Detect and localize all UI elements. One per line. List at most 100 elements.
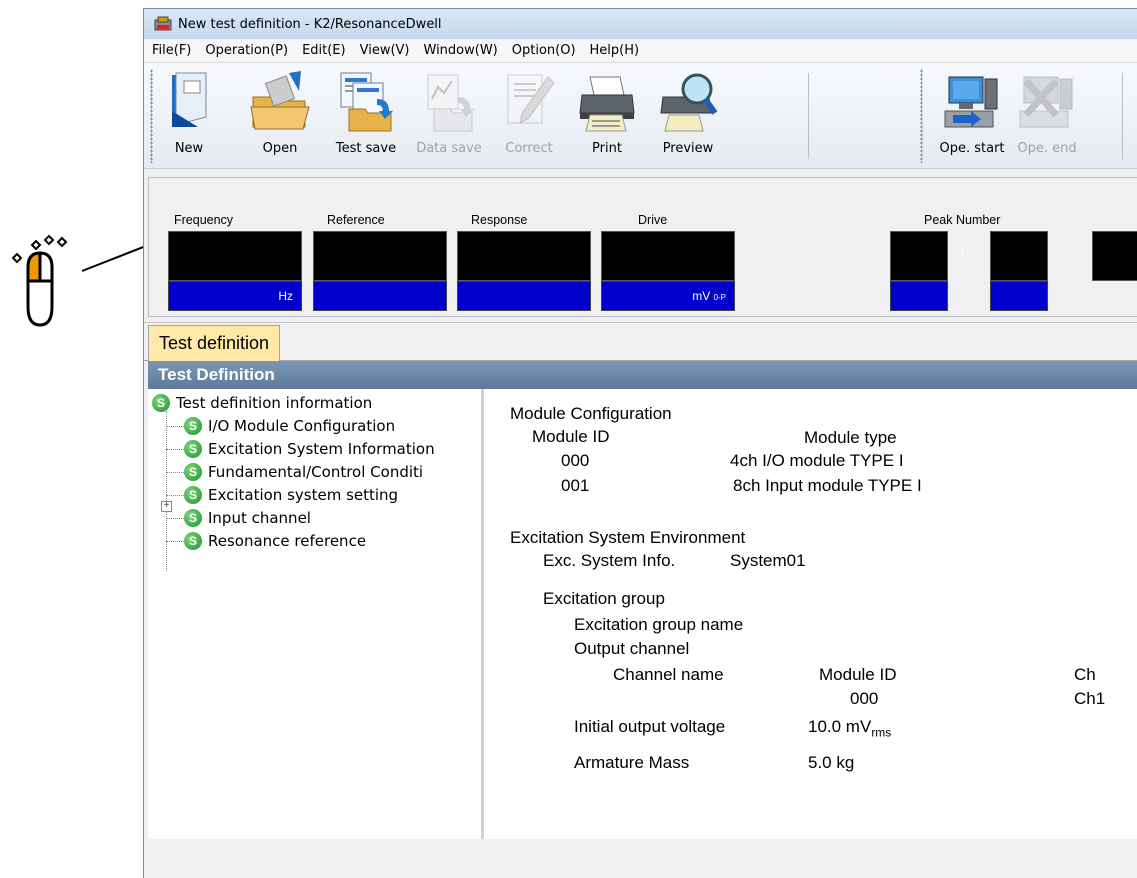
- ch-header: Ch: [1074, 665, 1096, 684]
- tree-item-label: I/O Module Configuration: [208, 417, 396, 435]
- tree-root-label: Test definition information: [176, 394, 373, 412]
- peak-total-unit: [990, 281, 1048, 311]
- tree-item-input-channel[interactable]: S Input channel: [184, 506, 311, 530]
- menu-file[interactable]: File(F): [152, 43, 191, 58]
- s-status-icon: S: [152, 394, 170, 412]
- drive-label: Drive: [638, 213, 668, 227]
- toolbar-grip[interactable]: [150, 69, 153, 163]
- new-button[interactable]: New: [158, 69, 220, 156]
- tree-connector: [166, 449, 184, 450]
- open-button[interactable]: Open: [244, 69, 316, 156]
- operation-end-icon: [1016, 69, 1078, 135]
- init-voltage-value: 10.0 mVrms: [808, 717, 891, 739]
- title-bar: New test definition - K2/ResonanceDwell: [144, 9, 1137, 39]
- preview-label: Preview: [662, 141, 714, 156]
- toolbar-separator: [808, 73, 809, 159]
- drive-unit-suffix: 0-P: [713, 293, 726, 302]
- extra-display: [1092, 231, 1137, 281]
- drive-unit: mV 0-P: [601, 281, 735, 311]
- tree-item-label: Resonance reference: [208, 532, 367, 550]
- drive-display: [601, 231, 735, 281]
- frequency-display: [168, 231, 302, 281]
- tree-item-io-module[interactable]: S I/O Module Configuration: [184, 414, 395, 438]
- tree-item-label: Excitation system setting: [208, 486, 399, 504]
- test-save-button[interactable]: Test save: [326, 69, 406, 156]
- out-module-id: 000: [850, 689, 879, 708]
- tree-item-label: Fundamental/Control Conditi: [208, 463, 424, 481]
- menu-bar: File(F) Operation(P) Edit(E) View(V) Win…: [144, 39, 1137, 63]
- mouse-icon: [26, 251, 54, 327]
- tree-connector: [166, 472, 184, 473]
- printer-icon: [576, 69, 638, 135]
- tree-item-label: Input channel: [208, 509, 311, 527]
- s-status-icon: S: [184, 532, 202, 550]
- correct-button[interactable]: Correct: [494, 69, 564, 156]
- tree-item-fundamental[interactable]: S Fundamental/Control Conditi: [184, 460, 423, 484]
- tree-item-excitation-setting[interactable]: S Excitation system setting: [184, 483, 398, 507]
- tree-item-excitation-info[interactable]: S Excitation System Information: [184, 437, 435, 461]
- s-status-icon: S: [184, 440, 202, 458]
- s-status-icon: S: [184, 463, 202, 481]
- drive-unit-text: mV: [692, 289, 711, 303]
- exc-info-label: Exc. System Info.: [543, 551, 676, 570]
- test-save-icon: [335, 69, 397, 135]
- new-label: New: [174, 141, 204, 156]
- new-document-icon: [158, 69, 220, 135]
- exc-info-value: System01: [730, 551, 806, 570]
- preview-button[interactable]: Preview: [650, 69, 726, 156]
- screenshot-stage: { "window": { "title": "New test definit…: [0, 0, 1137, 878]
- ope-end-button[interactable]: Ope. end: [1010, 69, 1084, 156]
- print-button[interactable]: Print: [574, 69, 640, 156]
- init-voltage-number: 10.0 mV: [808, 717, 872, 736]
- app-window: New test definition - K2/ResonanceDwell …: [143, 8, 1137, 878]
- reference-display: [313, 231, 447, 281]
- ope-start-button[interactable]: Ope. start: [930, 69, 1014, 156]
- menu-help[interactable]: Help(H): [590, 43, 640, 58]
- menu-operation[interactable]: Operation(P): [205, 43, 288, 58]
- data-save-button[interactable]: Data save: [414, 69, 484, 156]
- tree-connector: [166, 426, 184, 427]
- out-ch: Ch1: [1074, 689, 1106, 708]
- toolbar-grip-2[interactable]: [920, 69, 923, 163]
- frequency-unit: Hz: [168, 281, 302, 311]
- s-status-icon: S: [184, 486, 202, 504]
- data-save-icon: [418, 69, 480, 135]
- tab-test-definition[interactable]: Test definition: [148, 325, 281, 361]
- print-label: Print: [592, 141, 622, 156]
- panel-body: S Test definition information S I/O Modu…: [148, 389, 1137, 839]
- out-module-id-header: Module ID: [819, 665, 897, 684]
- menu-option[interactable]: Option(O): [512, 43, 576, 58]
- menu-window[interactable]: Window(W): [424, 43, 498, 58]
- tree-root[interactable]: S Test definition information: [152, 391, 372, 415]
- expand-plus-icon[interactable]: +: [161, 501, 172, 512]
- tree-item-resonance-reference[interactable]: S Resonance reference: [184, 529, 366, 553]
- peak-separator: /: [960, 247, 964, 261]
- module-id-1: 001: [561, 476, 590, 495]
- app-logo-icon: [154, 16, 172, 32]
- operation-start-icon: [941, 69, 1003, 135]
- channel-name-header: Channel name: [613, 665, 724, 684]
- exc-group-heading: Excitation group: [543, 589, 665, 608]
- tree-connector: [166, 411, 167, 571]
- s-status-icon: S: [184, 509, 202, 527]
- peak-current-display: [890, 231, 948, 281]
- definition-tree: S Test definition information S I/O Modu…: [148, 389, 484, 839]
- output-channel-heading: Output channel: [574, 639, 690, 658]
- init-voltage-sub: rms: [871, 725, 892, 740]
- tab-strip: Test definition: [144, 323, 1137, 361]
- detail-pane: Module Configuration Module ID Module ty…: [488, 389, 1137, 839]
- menu-view[interactable]: View(V): [360, 43, 410, 58]
- correct-pencil-icon: [498, 69, 560, 135]
- module-type-1: 8ch Input module TYPE I: [733, 476, 922, 495]
- response-display: [457, 231, 591, 281]
- data-save-label: Data save: [416, 141, 482, 156]
- module-id-0: 000: [561, 451, 590, 470]
- exc-env-heading: Excitation System Environment: [510, 528, 746, 547]
- frequency-label: Frequency: [174, 213, 234, 227]
- toolbar-separator-2: [1122, 73, 1123, 159]
- s-status-icon: S: [184, 417, 202, 435]
- ope-end-label: Ope. end: [1017, 141, 1077, 156]
- menu-edit[interactable]: Edit(E): [302, 43, 346, 58]
- mouse-click-annotation: [11, 234, 160, 327]
- response-unit: [457, 281, 591, 311]
